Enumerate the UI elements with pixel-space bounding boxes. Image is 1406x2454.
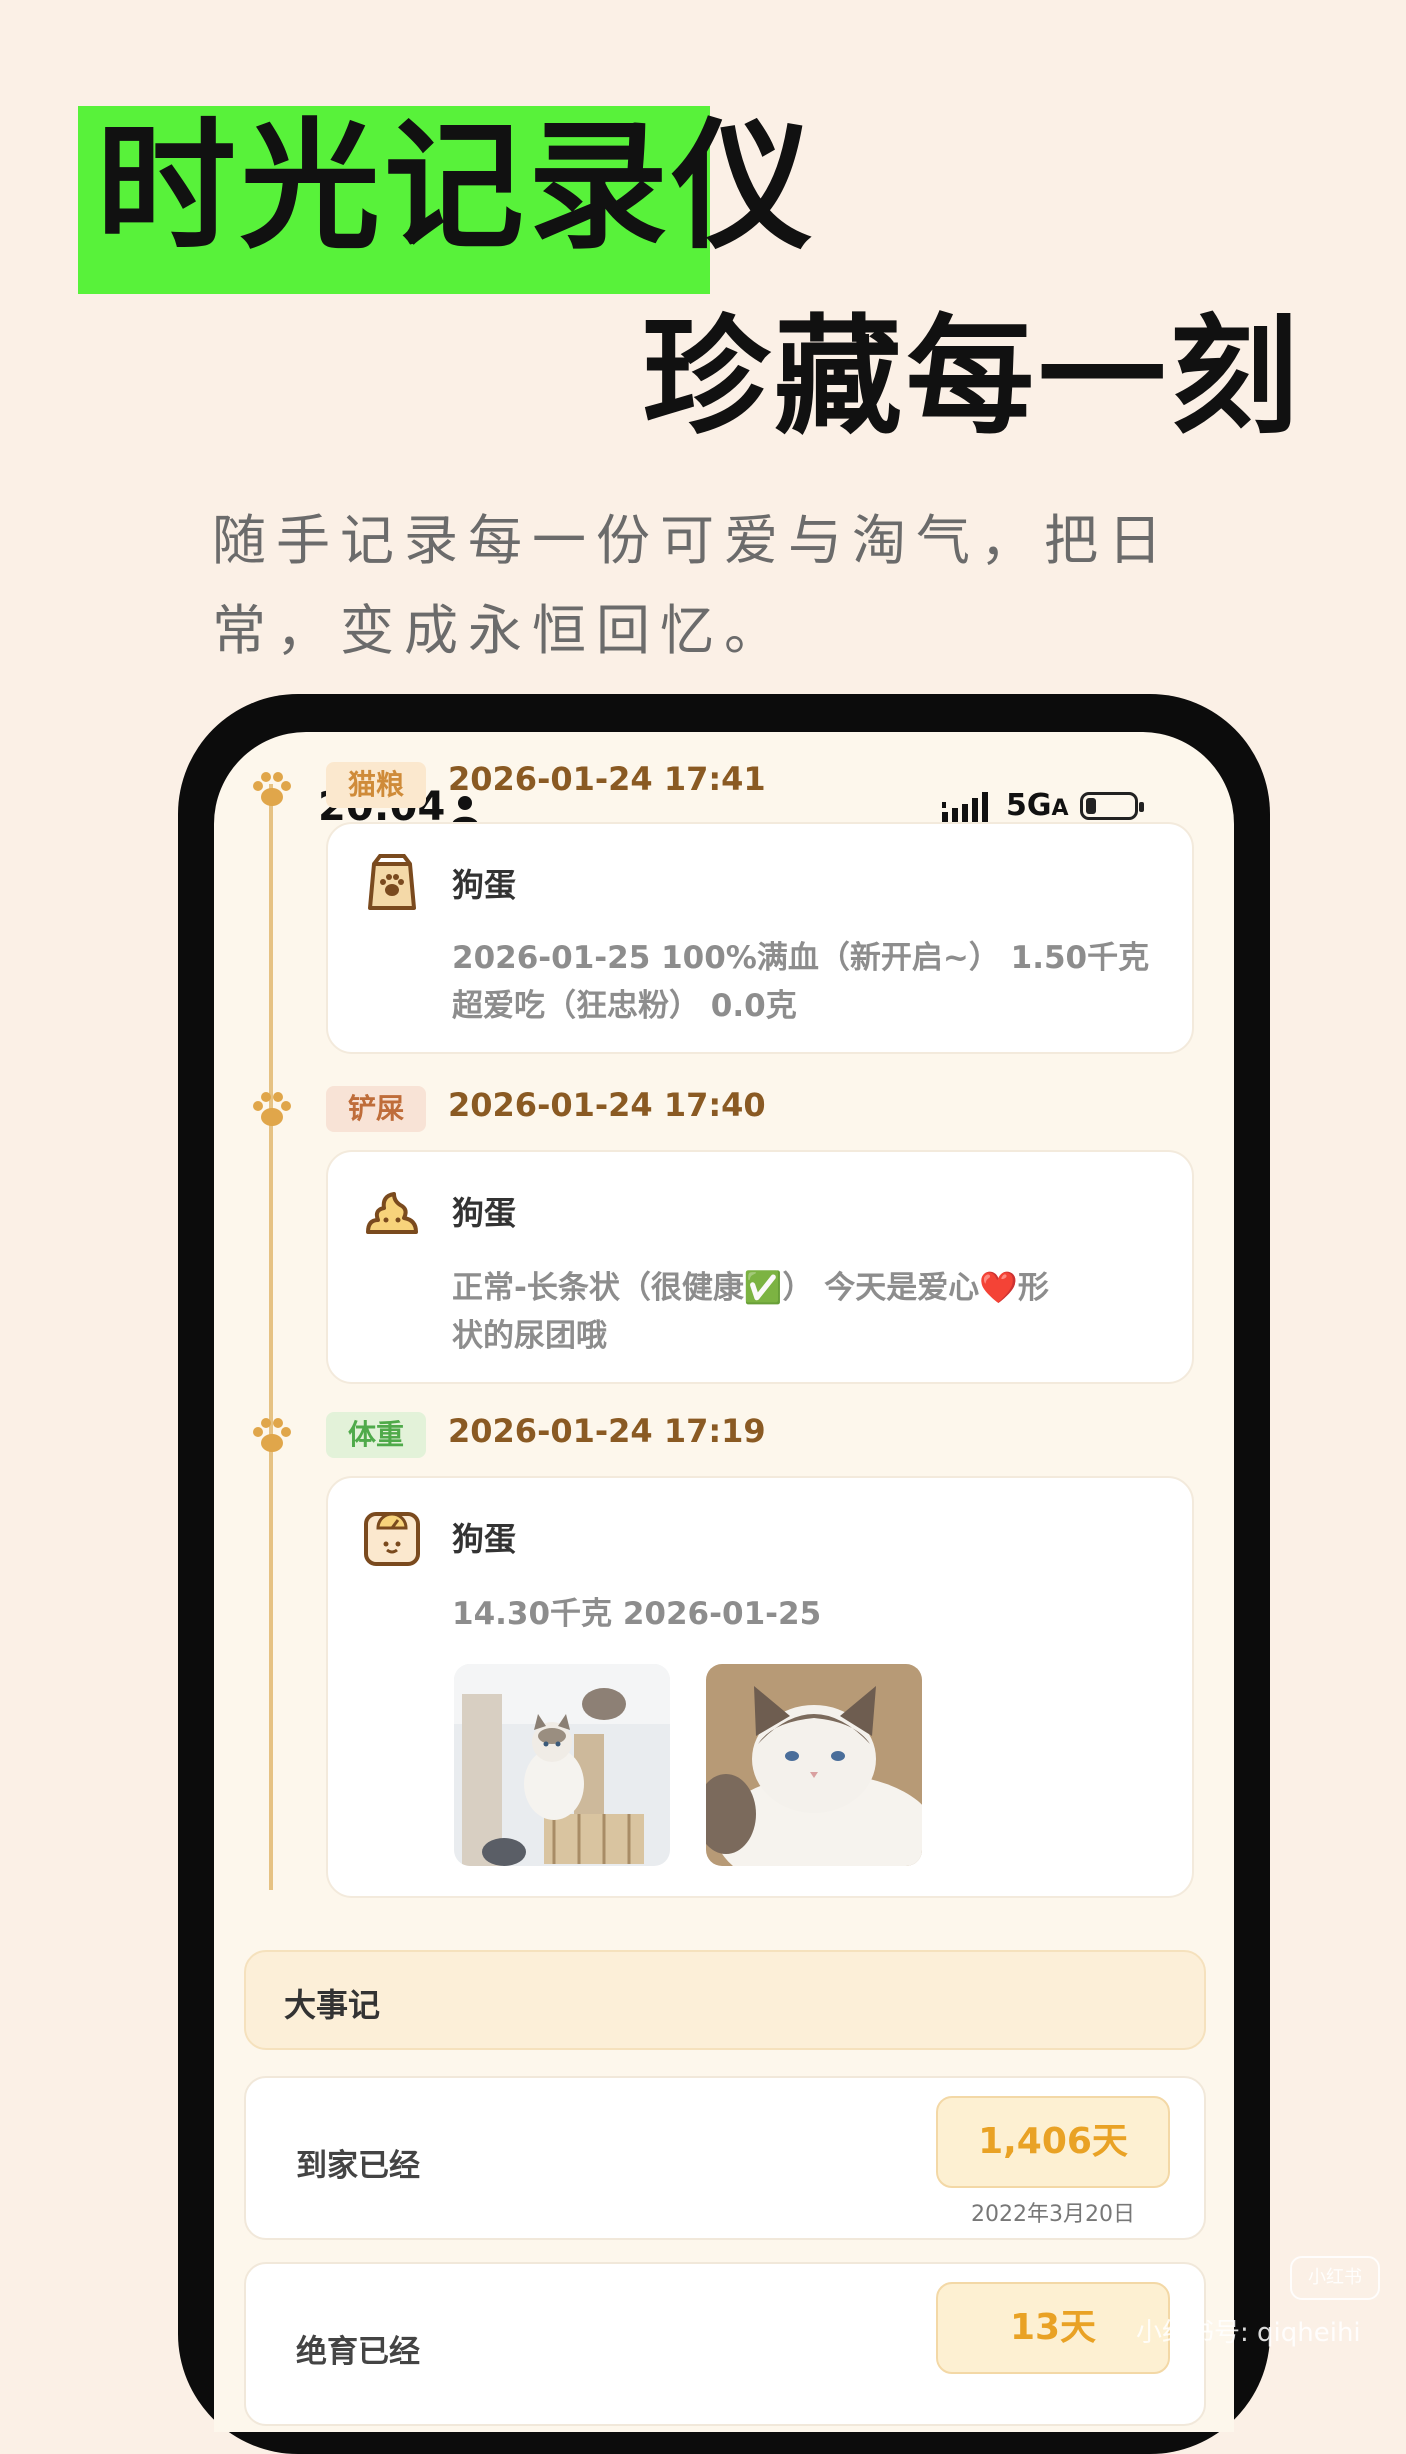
entry-tag-scoop: 铲屎: [326, 1086, 427, 1132]
entry-description: 正常-长条状（很健康✅） 今天是爱心❤️形 状的尿团哦: [452, 1264, 1172, 1360]
timeline-card-weight[interactable]: 狗蛋 14.30千克 2026-01-25: [326, 1476, 1194, 1898]
timeline-card-scoop[interactable]: 狗蛋 正常-长条状（很健康✅） 今天是爱心❤️形 状的尿团哦: [326, 1150, 1194, 1384]
promo-title-second: 珍藏每一刻: [642, 303, 1303, 452]
milestone-label: 绝育已经: [296, 2334, 420, 2370]
milestone-label: 到家已经: [296, 2148, 420, 2184]
phone-screen: 20:04 5GA 猫粮 2026-01-24 17:41 狗蛋 202: [214, 732, 1234, 2432]
network-type: 5GA: [1006, 788, 1069, 823]
paw-icon: [253, 1418, 291, 1452]
milestone-item[interactable]: 到家已经 1,406天 2022年3月20日: [244, 2076, 1206, 2240]
food-bag-icon: [368, 854, 416, 910]
watermark-id: 小红书号: qiqheihi: [1136, 2318, 1361, 2348]
cat-photo-2-image: [706, 1664, 922, 1866]
timeline-card-food[interactable]: 狗蛋 2026-01-25 100%满血（新开启~） 1.50千克 超爱吃（狂忠…: [326, 822, 1194, 1054]
pet-name: 狗蛋: [452, 1194, 517, 1232]
entry-timestamp: 2026-01-24 17:41: [448, 760, 766, 798]
watermark-logo: 小红书: [1290, 2256, 1380, 2300]
entry-desc-line1: 2026-01-25 100%满血（新开启~） 1.50千克: [452, 940, 1150, 976]
promo-title: 时光记录仪: [96, 106, 817, 269]
entry-tag-weight: 体重: [326, 1412, 427, 1458]
entry-timestamp: 2026-01-24 17:19: [448, 1412, 766, 1450]
battery-icon: [1080, 792, 1144, 820]
entry-tag-food: 猫粮: [326, 762, 427, 808]
entry-desc-line2: 超爱吃（狂忠粉） 0.0克: [452, 988, 797, 1024]
entry-description: 14.30千克 2026-01-25: [452, 1590, 1172, 1638]
entry-timestamp: 2026-01-24 17:40: [448, 1086, 766, 1124]
paw-icon: [253, 772, 291, 806]
poop-icon: [366, 1192, 418, 1234]
milestone-date: 2022年3月20日: [971, 2202, 1135, 2227]
milestones-title: 大事记: [284, 1986, 381, 2024]
milestone-days: 1,406天: [936, 2096, 1170, 2188]
entry-description: 2026-01-25 100%满血（新开启~） 1.50千克 超爱吃（狂忠粉） …: [452, 934, 1172, 1030]
cat-photo-1-image: [454, 1664, 670, 1866]
pet-name: 狗蛋: [452, 1520, 517, 1558]
network-label: 5G: [1006, 788, 1052, 823]
milestones-header: 大事记: [244, 1950, 1206, 2050]
battery-level: [1086, 798, 1096, 814]
cat-photo-1[interactable]: [454, 1664, 670, 1866]
paw-icon: [253, 1092, 291, 1126]
promo-subtitle: 随手记录每一份可爱与淘气，把日 常，变成永恒回忆。: [212, 496, 1192, 676]
entry-desc-line1: 14.30千克 2026-01-25: [452, 1596, 822, 1632]
signal-icon: [942, 792, 988, 822]
pet-name: 狗蛋: [452, 866, 517, 904]
cat-photo-2[interactable]: [706, 1664, 922, 1866]
scale-icon: [364, 1512, 420, 1566]
entry-desc-line1: 正常-长条状（很健康✅） 今天是爱心❤️形: [452, 1270, 1049, 1306]
entry-desc-line2: 状的尿团哦: [452, 1318, 607, 1354]
promo-subtitle-line2: 常，变成永恒回忆。: [212, 599, 788, 662]
promo-subtitle-line1: 随手记录每一份可爱与淘气，把日: [212, 509, 1172, 572]
network-suffix: A: [1051, 796, 1069, 821]
milestone-item[interactable]: 绝育已经 13天: [244, 2262, 1206, 2426]
milestone-days: 13天: [936, 2282, 1170, 2374]
timeline-line: [269, 784, 273, 1890]
